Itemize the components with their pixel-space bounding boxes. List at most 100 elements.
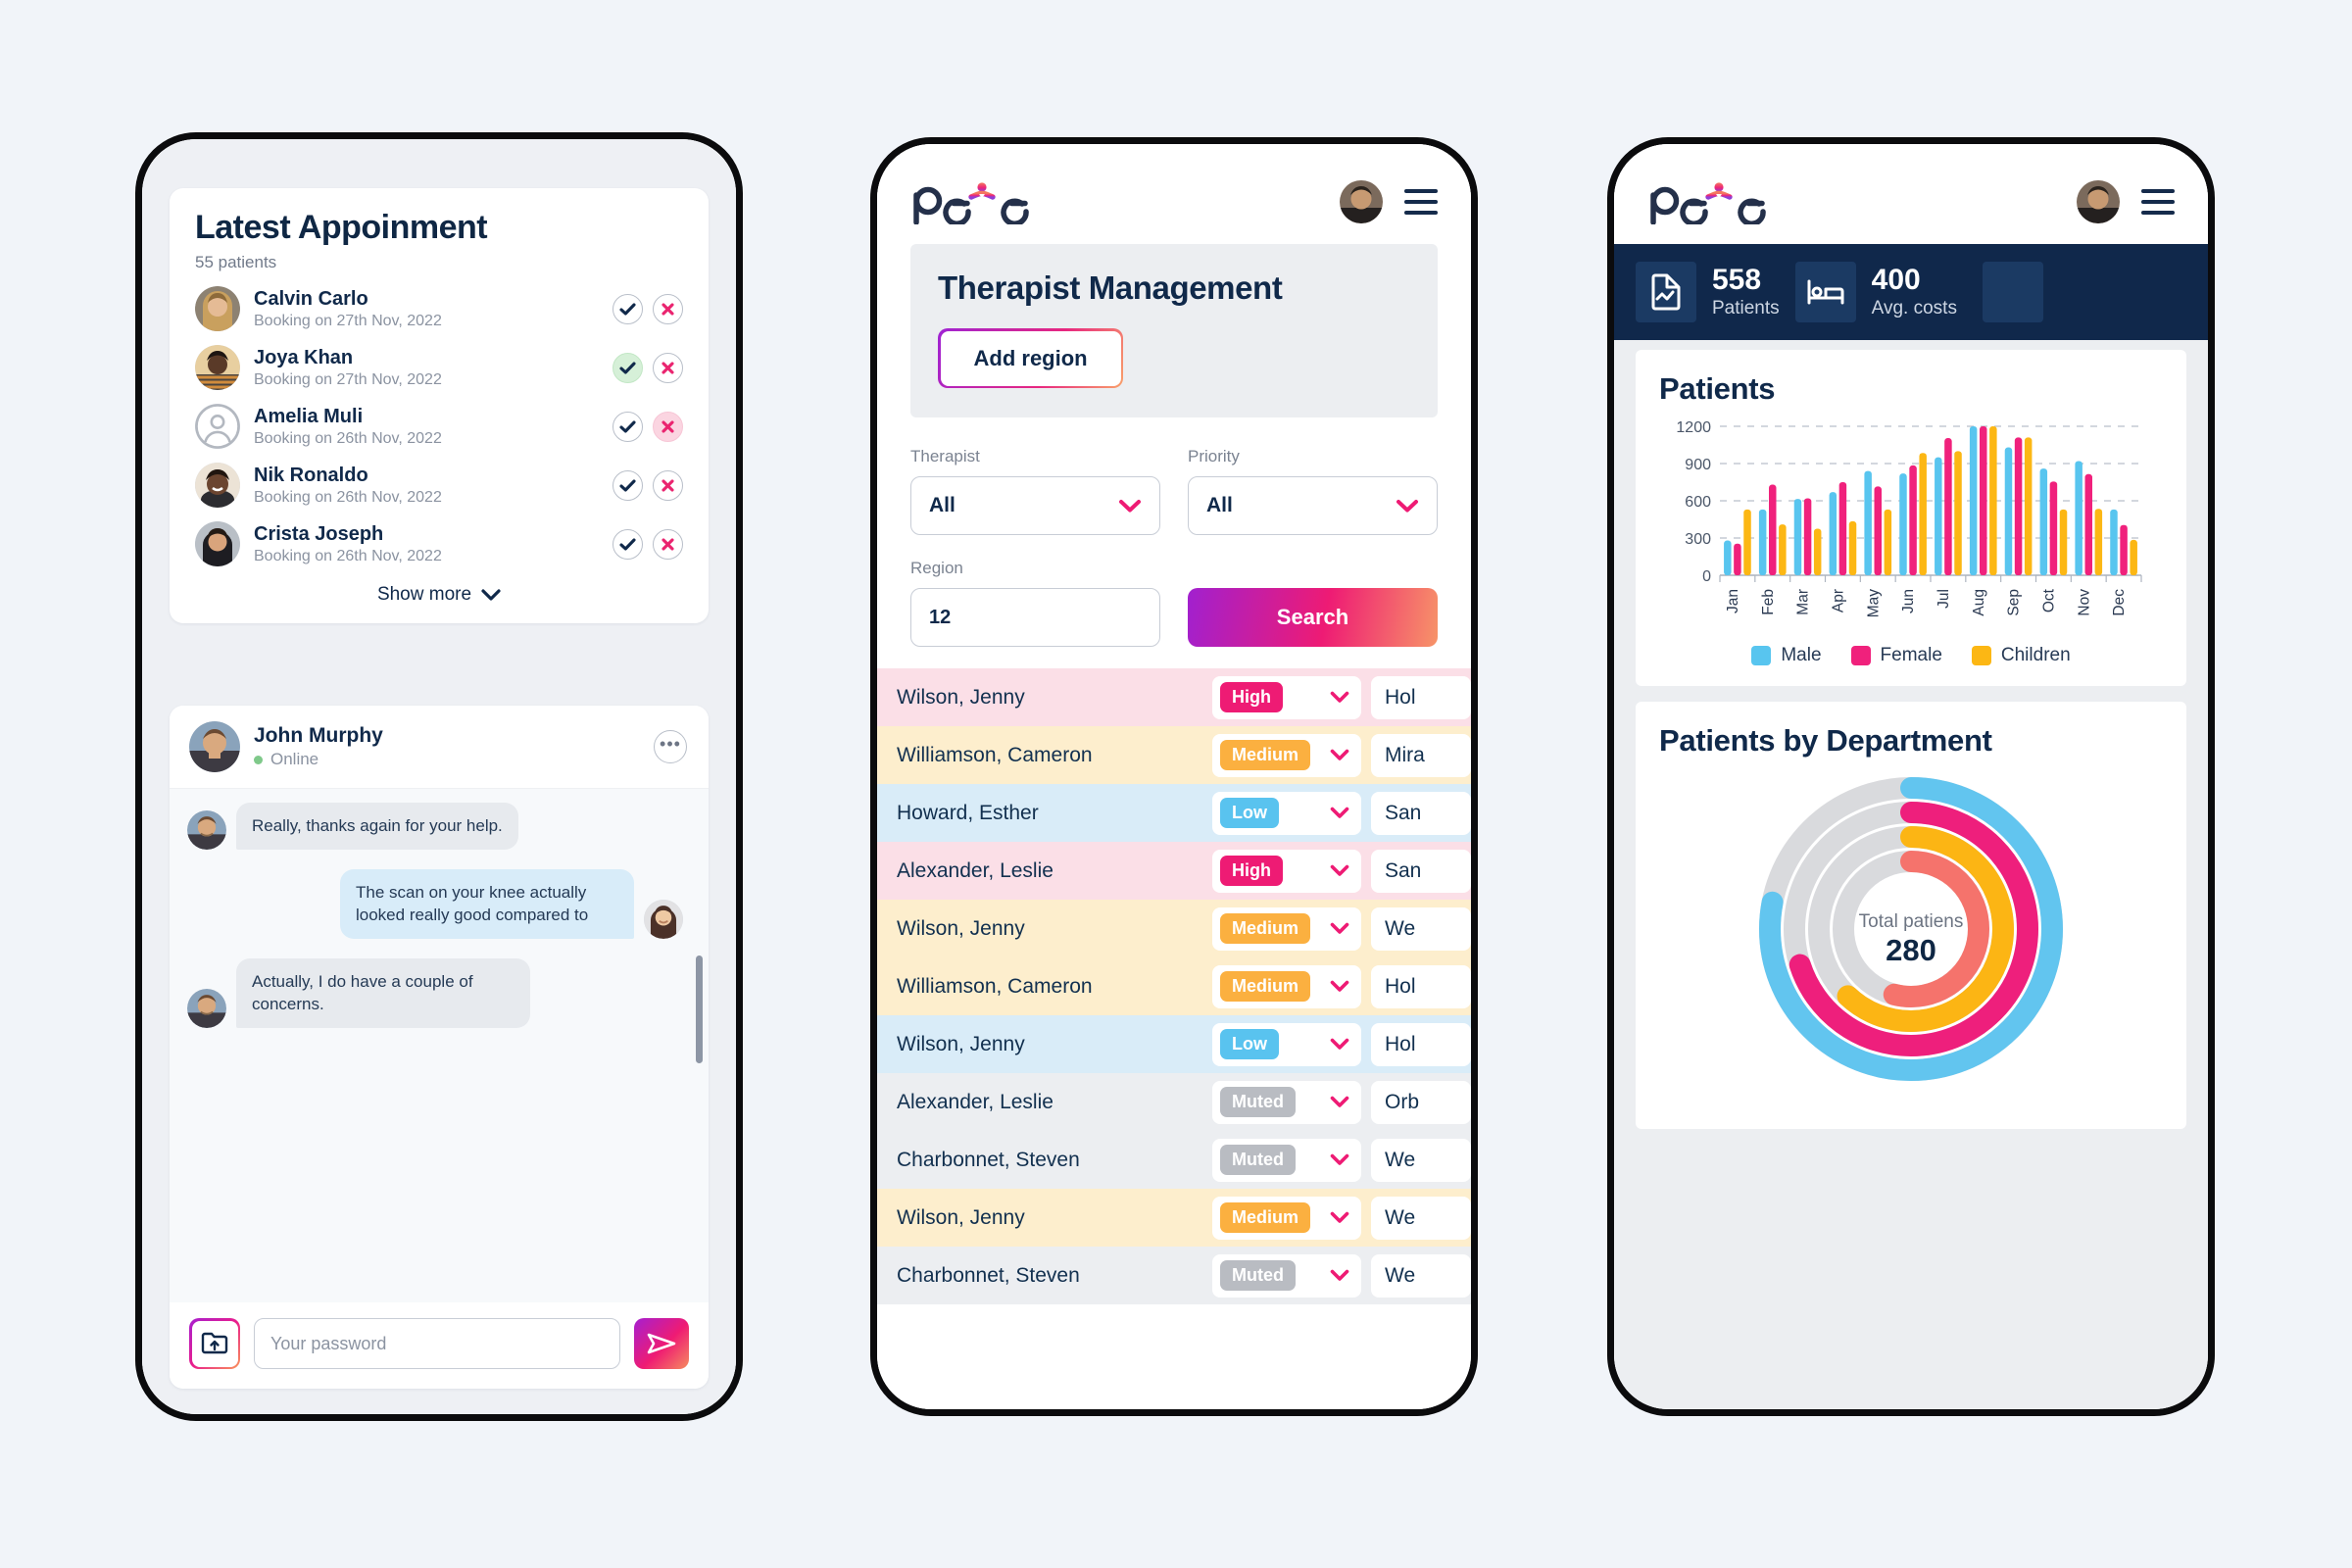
table-row[interactable]: Wilson, Jenny Low Hol [877, 1015, 1471, 1073]
priority-select[interactable]: Medium [1212, 733, 1361, 777]
chevron-down-icon [1330, 1264, 1349, 1288]
appointment-row[interactable]: Crista Joseph Booking on 26th Nov, 2022 [195, 521, 683, 567]
region-cell: We [1371, 906, 1471, 951]
reject-appointment-button[interactable] [653, 352, 683, 383]
priority-select-value: All [1206, 494, 1233, 516]
page-title: Latest Appoinment [195, 209, 488, 246]
check-icon [619, 538, 636, 551]
appointment-actions [612, 528, 683, 560]
accept-appointment-button[interactable] [612, 293, 643, 324]
priority-select[interactable]: High [1212, 849, 1361, 893]
page-hero: Therapist Management Add region [910, 244, 1438, 417]
priority-select[interactable]: Muted [1212, 1080, 1361, 1124]
accept-appointment-button[interactable] [612, 411, 643, 442]
table-row[interactable]: Charbonnet, Steven Muted We [877, 1131, 1471, 1189]
reject-appointment-button[interactable] [653, 528, 683, 560]
region-cell: San [1371, 791, 1471, 835]
menu-button[interactable] [1404, 189, 1438, 215]
therapist-table: Wilson, Jenny High Hol Williamson, Cameron M… [877, 668, 1471, 1304]
table-row[interactable]: Wilson, Jenny High Hol [877, 668, 1471, 726]
appointment-row[interactable]: Joya Khan Booking on 27th Nov, 2022 [195, 345, 683, 391]
app-header [1614, 144, 2208, 244]
chat-message: Really, thanks again for your help. [187, 803, 683, 851]
priority-select[interactable]: Low [1212, 791, 1361, 835]
therapist-filter: Therapist All [910, 447, 1160, 535]
region-cell: Hol [1371, 964, 1471, 1008]
search-button[interactable]: Search [1188, 588, 1438, 647]
chevron-down-icon [1330, 802, 1349, 825]
priority-select[interactable]: All [1188, 476, 1438, 535]
chat-scrollbar[interactable] [696, 956, 703, 1063]
priority-select[interactable]: Medium [1212, 1196, 1361, 1240]
menu-button[interactable] [2141, 189, 2175, 215]
priority-select[interactable]: Muted [1212, 1138, 1361, 1182]
brand-logo[interactable] [1647, 179, 1775, 224]
message-input[interactable] [254, 1318, 620, 1369]
table-row[interactable]: Williamson, Cameron Medium Hol [877, 957, 1471, 1015]
region-input-value: 12 [929, 606, 952, 628]
check-icon [619, 420, 636, 433]
table-row[interactable]: Charbonnet, Steven Muted We [877, 1247, 1471, 1304]
appointment-row[interactable]: Calvin Carlo Booking on 27th Nov, 2022 [195, 286, 683, 332]
priority-select[interactable]: Muted [1212, 1253, 1361, 1298]
department-radial-chart: Total patiens 280 [1659, 762, 2163, 1096]
therapist-name: Williamson, Cameron [897, 743, 1093, 766]
reject-appointment-button[interactable] [653, 293, 683, 324]
show-more-button[interactable]: Show more [195, 584, 683, 606]
appointment-actions [612, 293, 683, 324]
svg-text:1200: 1200 [1676, 419, 1711, 436]
add-region-label: Add region [940, 330, 1121, 386]
reject-appointment-button[interactable] [653, 411, 683, 442]
check-icon [619, 479, 636, 492]
user-avatar[interactable] [1340, 180, 1383, 223]
table-row[interactable]: Wilson, Jenny Medium We [877, 1189, 1471, 1247]
table-row[interactable]: Howard, Esther Low San [877, 784, 1471, 842]
appointment-row[interactable]: Nik Ronaldo Booking on 26th Nov, 2022 [195, 463, 683, 509]
brand-logo[interactable] [910, 179, 1038, 224]
phone3-screen: 558 Patients 400 Avg. costs Patients 0 3… [1614, 144, 2208, 1409]
svg-text:Apr: Apr [1830, 589, 1846, 612]
therapist-name: Alexander, Leslie [897, 858, 1054, 882]
accept-appointment-button[interactable] [612, 469, 643, 501]
priority-select[interactable]: High [1212, 675, 1361, 719]
reject-appointment-button[interactable] [653, 469, 683, 501]
therapist-name: Howard, Esther [897, 801, 1039, 824]
priority-select[interactable]: Low [1212, 1022, 1361, 1066]
accept-appointment-button[interactable] [612, 352, 643, 383]
user-avatar[interactable] [2077, 180, 2120, 223]
region-input[interactable]: 12 [910, 588, 1160, 647]
patient-name: Calvin Carlo [254, 288, 368, 311]
chevron-down-icon [1330, 744, 1349, 767]
table-row[interactable]: Alexander, Leslie Muted Orb [877, 1073, 1471, 1131]
booking-date: Booking on 26th Nov, 2022 [254, 489, 442, 507]
card-title: Patients [1659, 371, 1776, 406]
phone-mockup-appointments: Latest Appoinment 55 patients Calvin Car… [135, 132, 743, 1421]
close-icon [662, 538, 674, 551]
table-row[interactable]: Wilson, Jenny Medium We [877, 900, 1471, 957]
accept-appointment-button[interactable] [612, 528, 643, 560]
peye-logo-icon [1650, 182, 1766, 224]
legend-label: Children [2000, 645, 2071, 665]
priority-select[interactable]: Medium [1212, 964, 1361, 1008]
appointment-actions [612, 352, 683, 383]
attach-file-button[interactable] [189, 1318, 240, 1369]
add-region-button[interactable]: Add region [938, 328, 1124, 388]
region-filter: Region 12 [910, 559, 1160, 647]
chat-messages: Really, thanks again for your help. The s… [170, 789, 709, 1302]
send-message-button[interactable] [634, 1318, 689, 1369]
appointment-row[interactable]: Amelia Muli Booking on 26th Nov, 2022 [195, 404, 683, 450]
priority-select[interactable]: Medium [1212, 906, 1361, 951]
close-icon [662, 303, 674, 316]
chat-more-options-button[interactable]: ••• [654, 730, 687, 763]
therapist-name: Wilson, Jenny [897, 1032, 1025, 1055]
chat-status-label: Online [270, 750, 319, 768]
therapist-select[interactable]: All [910, 476, 1160, 535]
phone-mockup-therapist-management: Therapist Management Add region Therapis… [870, 137, 1478, 1416]
chevron-down-icon [481, 589, 501, 601]
table-row[interactable]: Williamson, Cameron Medium Mira [877, 726, 1471, 784]
priority-badge: Medium [1220, 1201, 1311, 1234]
avatar [195, 345, 240, 391]
appointment-actions [612, 411, 683, 442]
table-row[interactable]: Alexander, Leslie High San [877, 842, 1471, 900]
svg-text:Dec: Dec [2111, 589, 2128, 616]
